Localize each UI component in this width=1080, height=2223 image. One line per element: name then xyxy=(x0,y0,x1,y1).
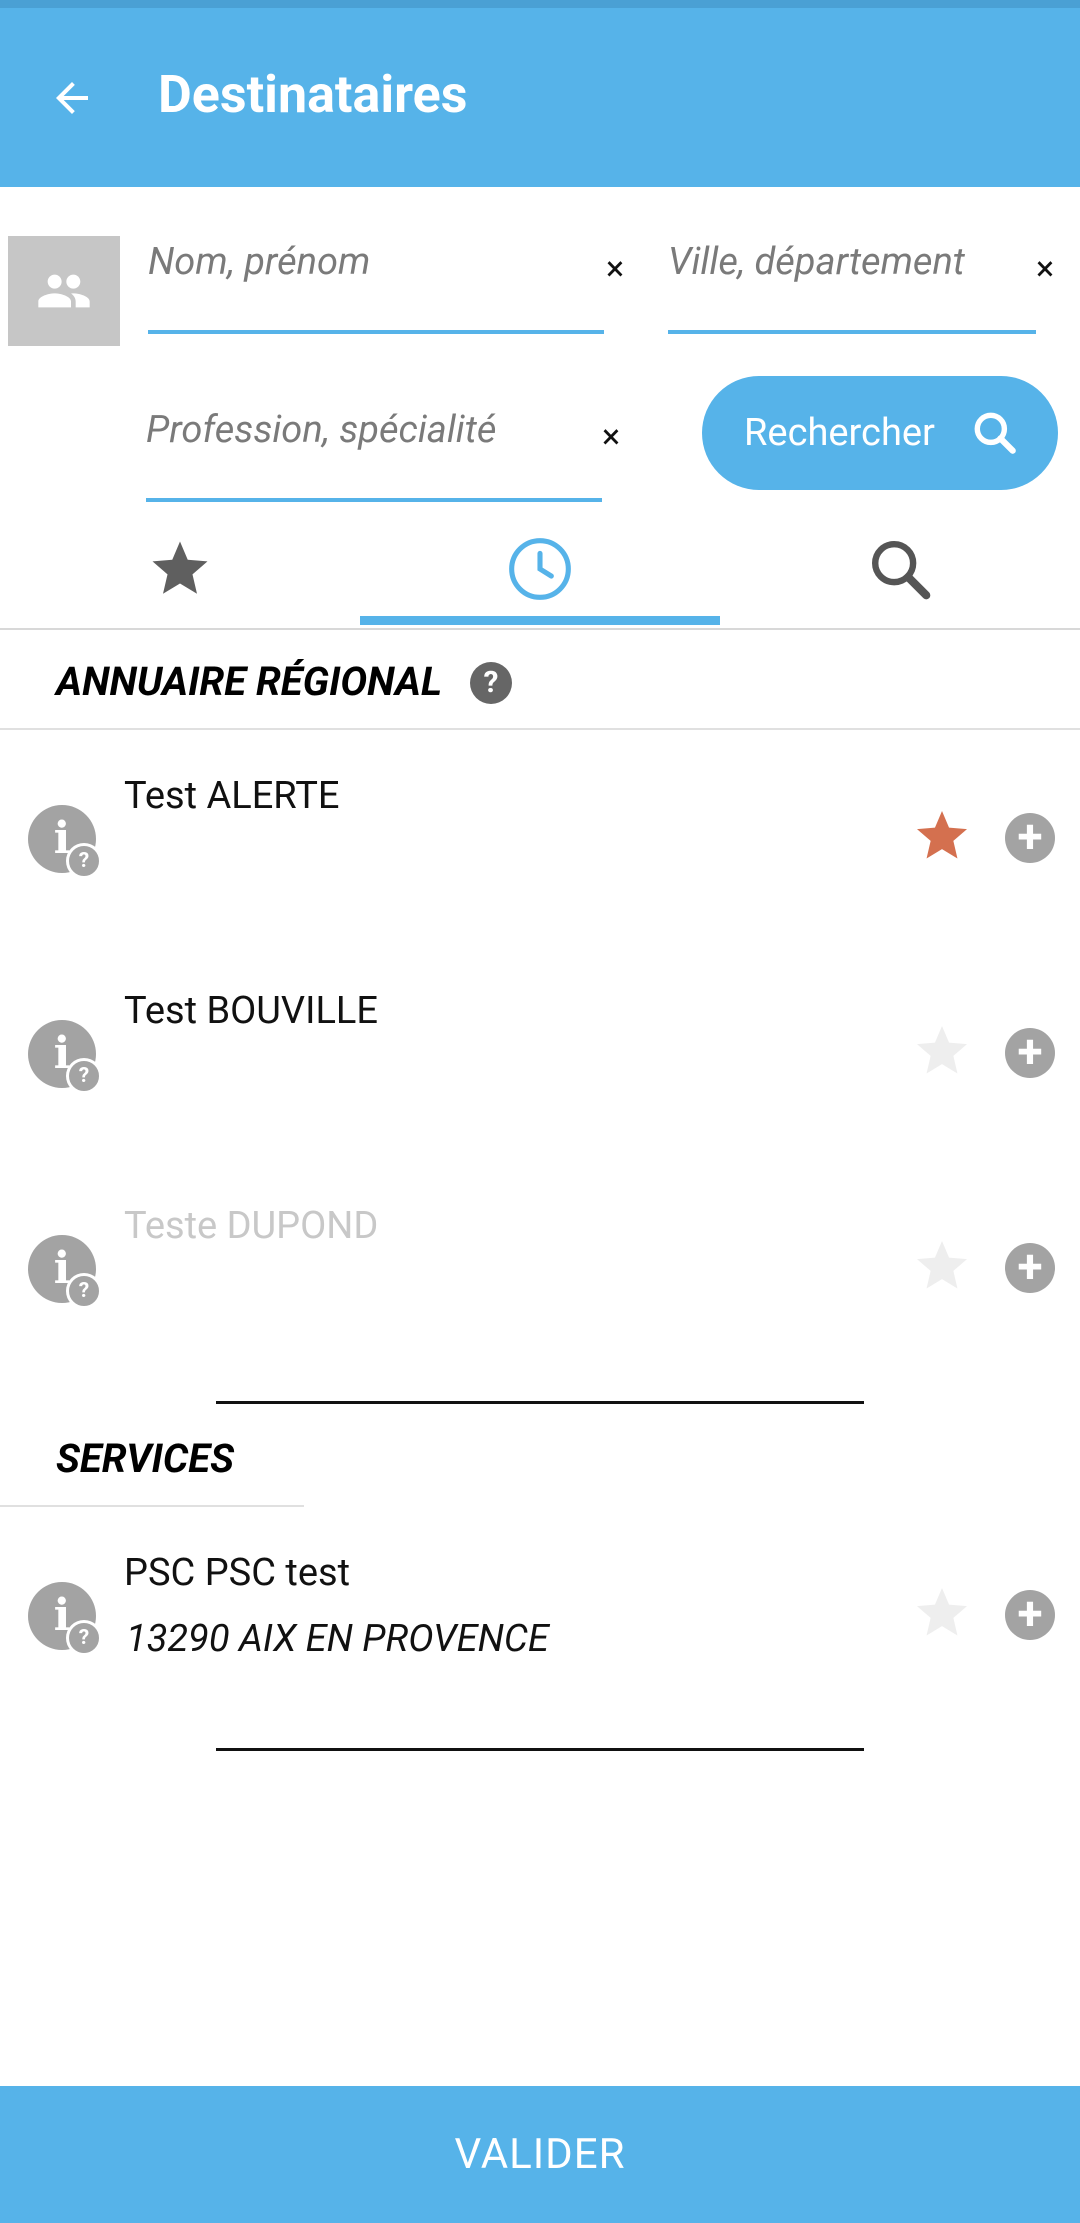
search-icon xyxy=(974,412,1016,454)
back-button[interactable] xyxy=(44,70,100,126)
city-input[interactable] xyxy=(668,240,1036,284)
add-recipient-button[interactable]: + xyxy=(1005,1243,1055,1293)
section-separator xyxy=(216,1401,864,1404)
divider xyxy=(0,1505,304,1507)
help-badge-icon: ? xyxy=(66,1058,102,1094)
group-filter-button[interactable] xyxy=(8,236,120,346)
name-field[interactable] xyxy=(148,240,604,334)
help-badge-icon: ? xyxy=(66,843,102,879)
arrow-left-icon xyxy=(56,82,88,114)
favorite-star-icon[interactable] xyxy=(912,806,972,866)
page-title: Destinataires xyxy=(158,64,468,125)
section-header-services: SERVICES xyxy=(56,1435,234,1482)
info-button[interactable]: i ? xyxy=(28,805,102,879)
star-icon xyxy=(152,541,208,594)
service-address: 13290 AIX EN PROVENCE xyxy=(126,1617,549,1661)
section-separator xyxy=(216,1748,864,1751)
add-recipient-button[interactable]: + xyxy=(1005,1028,1055,1078)
section-title: SERVICES xyxy=(56,1435,234,1482)
recipient-name[interactable]: Test BOUVILLE xyxy=(124,989,378,1033)
clock-icon xyxy=(509,538,571,600)
help-badge-icon: ? xyxy=(66,1620,102,1656)
favorite-star-icon[interactable] xyxy=(912,1236,972,1296)
info-button[interactable]: i ? xyxy=(28,1582,102,1656)
clear-name-button[interactable]: × xyxy=(606,252,624,286)
status-strip xyxy=(0,0,1080,8)
help-badge-icon: ? xyxy=(66,1273,102,1309)
add-recipient-button[interactable]: + xyxy=(1005,1590,1055,1640)
search-button-label: Rechercher xyxy=(744,411,935,455)
city-field[interactable] xyxy=(668,240,1036,334)
clear-profession-button[interactable]: × xyxy=(602,420,620,454)
tab-search[interactable] xyxy=(720,510,1080,628)
profession-field[interactable] xyxy=(146,408,602,502)
tab-history[interactable] xyxy=(360,510,720,628)
active-tab-indicator xyxy=(360,616,720,625)
section-title: ANNUAIRE RÉGIONAL xyxy=(56,658,442,705)
help-icon: ? xyxy=(483,665,499,700)
clear-city-button[interactable]: × xyxy=(1036,252,1054,286)
divider xyxy=(0,728,1080,730)
name-input[interactable] xyxy=(148,240,604,284)
search-icon xyxy=(872,541,931,600)
info-button[interactable]: i ? xyxy=(28,1235,102,1309)
info-button[interactable]: i ? xyxy=(28,1020,102,1094)
tab-favorites[interactable] xyxy=(0,510,360,628)
favorite-star-icon[interactable] xyxy=(912,1021,972,1081)
tab-bar xyxy=(0,510,1080,630)
service-name[interactable]: PSC PSC test xyxy=(124,1551,350,1595)
validate-label: VALIDER xyxy=(454,2130,626,2179)
help-button[interactable]: ? xyxy=(470,662,512,704)
favorite-star-icon[interactable] xyxy=(912,1583,972,1643)
section-header-regional: ANNUAIRE RÉGIONAL xyxy=(56,658,442,705)
recipient-name[interactable]: Test ALERTE xyxy=(124,774,340,818)
people-icon xyxy=(38,274,90,308)
add-recipient-button[interactable]: + xyxy=(1005,813,1055,863)
validate-button[interactable]: VALIDER xyxy=(0,2086,1080,2223)
profession-input[interactable] xyxy=(146,408,602,452)
app-bar: Destinataires xyxy=(0,0,1080,187)
recipient-name: Teste DUPOND xyxy=(124,1204,379,1248)
search-button[interactable]: Rechercher xyxy=(702,376,1058,490)
